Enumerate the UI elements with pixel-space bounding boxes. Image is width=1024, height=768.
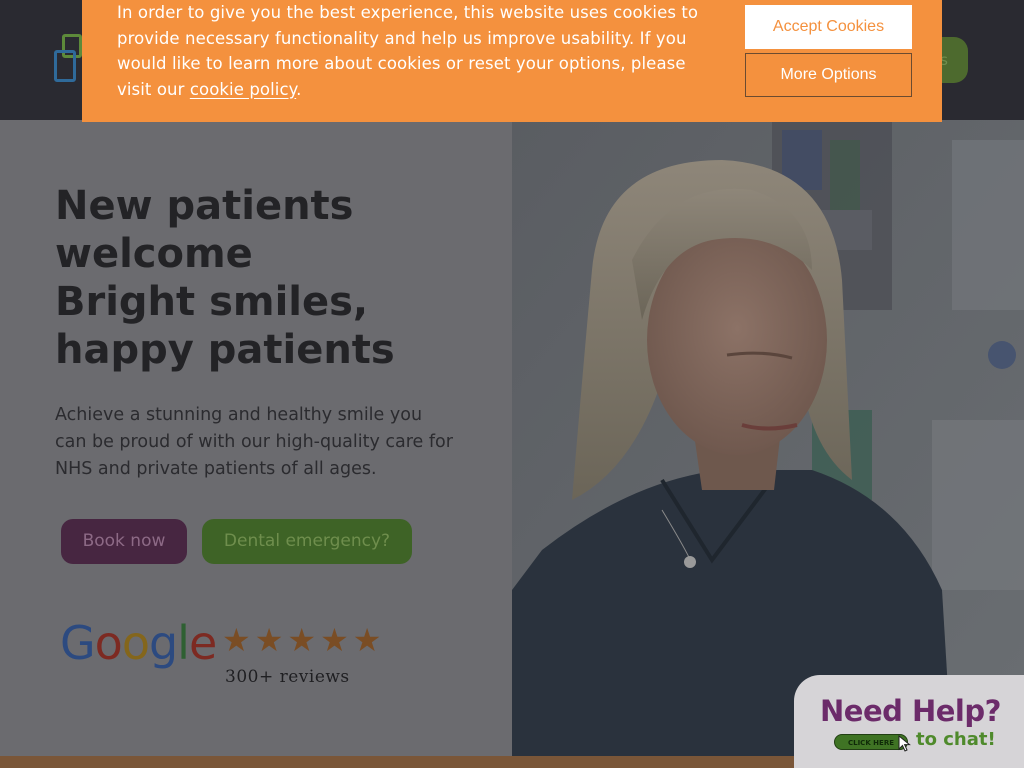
chat-title: Need Help? <box>820 694 1001 728</box>
chat-subtitle: to chat! <box>916 729 996 750</box>
cookie-text-after: . <box>296 79 302 99</box>
star-icon: ★ <box>352 621 382 659</box>
google-letter: e <box>188 616 217 670</box>
practice-logo[interactable] <box>54 34 84 84</box>
google-letter: l <box>177 616 190 670</box>
star-icon: ★ <box>320 621 349 659</box>
google-letter: g <box>148 616 178 670</box>
hero-photo <box>512 120 1024 756</box>
chat-click-here-button[interactable]: CLICK HERE <box>834 734 908 750</box>
star-icon: ★ <box>287 621 317 659</box>
logo-mark-blue <box>54 50 76 82</box>
star-icon: ★ <box>222 621 251 659</box>
hero-subtitle: Bright smiles, happy patients <box>55 279 395 373</box>
chat-widget[interactable]: Need Help? CLICK HERE to chat! <box>794 675 1024 768</box>
review-count: 300+ reviews <box>225 667 350 687</box>
star-rating: ★ ★ ★ ★ ★ <box>222 623 381 657</box>
google-logo: Google <box>60 615 217 671</box>
hero-title: New patients welcome <box>55 183 354 277</box>
book-now-button[interactable]: Book now <box>61 519 187 564</box>
cookie-message: In order to give you the best experience… <box>117 0 717 102</box>
accept-cookies-button[interactable]: Accept Cookies <box>745 5 912 49</box>
google-letter: o <box>94 616 123 670</box>
google-letter: o <box>121 616 150 670</box>
cookie-policy-link[interactable]: cookie policy <box>190 80 296 99</box>
dentist-photo <box>512 120 1024 756</box>
cookie-banner: In order to give you the best experience… <box>82 0 942 122</box>
dental-emergency-button[interactable]: Dental emergency? <box>202 519 412 564</box>
hero-content: New patients welcome Bright smiles, happ… <box>0 120 512 756</box>
google-letter: G <box>60 616 96 670</box>
star-icon: ★ <box>254 621 284 659</box>
cursor-icon <box>898 735 911 752</box>
more-options-button[interactable]: More Options <box>745 53 912 97</box>
hero-description: Achieve a stunning and healthy smile you… <box>55 405 453 479</box>
